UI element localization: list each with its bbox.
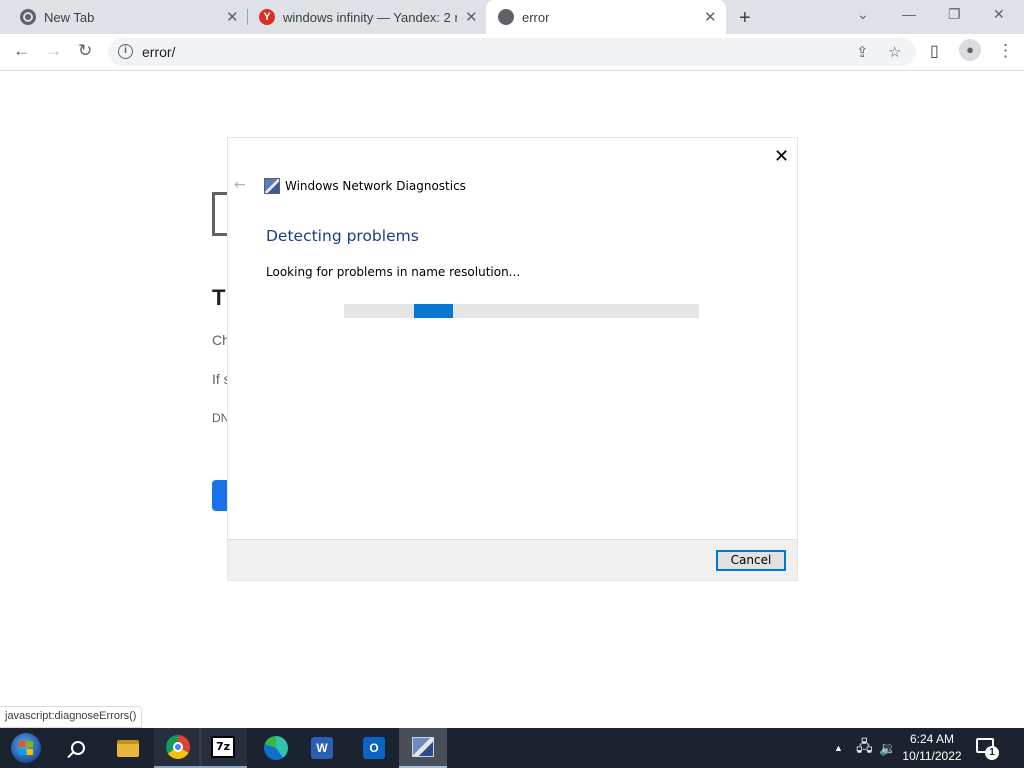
share-icon[interactable]: ⇪: [856, 43, 869, 61]
tab-new-tab[interactable]: New Tab ✕: [8, 0, 242, 34]
tab-title: error: [522, 10, 550, 25]
tab-title: windows infinity — Yandex: 2 mil: [283, 10, 457, 25]
dialog-footer: Cancel: [228, 539, 797, 580]
chrome-icon: [166, 735, 190, 759]
network-diagnostics-icon: [412, 737, 434, 757]
dialog-app-title: Windows Network Diagnostics: [285, 179, 466, 193]
tab-close-icon[interactable]: ✕: [465, 8, 478, 26]
progress-bar-chunk: [414, 304, 453, 318]
browser-menu-icon[interactable]: ⋮: [997, 41, 1014, 61]
taskbar-7zip[interactable]: 7z: [199, 728, 247, 768]
profile-avatar-icon[interactable]: ●: [959, 39, 981, 61]
address-bar[interactable]: i error/ ⇪ ☆: [108, 38, 916, 66]
link-status-bar: javascript:diagnoseErrors(): [0, 706, 143, 728]
tab-close-icon[interactable]: ✕: [704, 8, 717, 26]
dialog-status-text: Looking for problems in name resolution.…: [266, 265, 521, 279]
windows-start-icon: [11, 733, 41, 763]
dialog-back-button[interactable]: ←: [234, 177, 246, 193]
start-button[interactable]: [2, 728, 50, 768]
tab-close-icon[interactable]: ✕: [226, 8, 239, 26]
7zip-icon: 7z: [211, 736, 235, 758]
dialog-close-button[interactable]: ✕: [774, 146, 789, 167]
minimize-button[interactable]: —: [902, 6, 916, 22]
tab-title: New Tab: [44, 10, 95, 25]
taskbar-search-button[interactable]: [54, 728, 102, 768]
forward-button[interactable]: →: [45, 41, 62, 61]
new-tab-button[interactable]: +: [739, 7, 751, 30]
back-button[interactable]: ←: [13, 41, 30, 61]
restore-button[interactable]: ❐: [948, 6, 961, 23]
folder-icon: [117, 739, 139, 757]
word-icon: W: [311, 737, 333, 759]
site-info-icon[interactable]: i: [118, 44, 133, 59]
taskbar-network-diagnostics[interactable]: [399, 728, 447, 768]
error-code-fragment: DN: [212, 411, 230, 425]
reload-button[interactable]: ↻: [78, 41, 92, 61]
clock-date: 10/11/2022: [902, 749, 962, 763]
taskbar-word[interactable]: W: [298, 728, 346, 768]
error-title-fragment: T: [212, 285, 226, 310]
taskbar: 7z W O ▲ 🖧 🔉 6:24 AM 10/11/2022 1: [0, 728, 1024, 768]
notification-count-badge: 1: [985, 746, 999, 760]
yandex-favicon-icon: Y: [259, 9, 275, 25]
address-url[interactable]: error/: [142, 44, 175, 60]
progress-bar: [344, 304, 699, 318]
system-clock[interactable]: 6:24 AM 10/11/2022: [896, 731, 968, 765]
cancel-button[interactable]: Cancel: [716, 550, 786, 571]
tab-yandex[interactable]: Y windows infinity — Yandex: 2 mil ✕: [249, 0, 484, 34]
side-panel-icon[interactable]: ▯: [930, 41, 939, 61]
network-diagnostics-dialog: ✕ ← Windows Network Diagnostics Detectin…: [228, 138, 797, 580]
window-close-button[interactable]: ✕: [993, 6, 1005, 23]
browser-tab-strip: New Tab ✕ Y windows infinity — Yandex: 2…: [0, 0, 1024, 34]
volume-tray-icon[interactable]: 🔉: [879, 728, 896, 768]
bookmark-star-icon[interactable]: ☆: [888, 43, 901, 61]
tab-separator: [247, 9, 248, 25]
taskbar-edge[interactable]: [252, 728, 300, 768]
taskbar-file-explorer[interactable]: [104, 728, 152, 768]
tab-search-dropdown-icon[interactable]: ⌄: [857, 6, 869, 23]
globe-favicon-icon: [498, 9, 514, 25]
dialog-heading: Detecting problems: [266, 227, 419, 245]
outlook-icon: O: [363, 737, 385, 759]
chrome-favicon-icon: [20, 9, 36, 25]
edge-icon: [264, 736, 288, 760]
tab-error[interactable]: error ✕: [486, 0, 726, 34]
network-tray-icon[interactable]: 🖧: [856, 728, 873, 768]
search-icon: [71, 741, 85, 755]
show-hidden-icons-chevron-icon[interactable]: ▲: [834, 728, 843, 768]
network-diagnostics-icon: [264, 178, 280, 194]
clock-time: 6:24 AM: [909, 732, 955, 746]
taskbar-chrome[interactable]: [154, 728, 202, 768]
browser-toolbar: ← → ↻ i error/ ⇪ ☆ ▯ ● ⋮: [0, 34, 1024, 71]
taskbar-outlook[interactable]: O: [350, 728, 398, 768]
